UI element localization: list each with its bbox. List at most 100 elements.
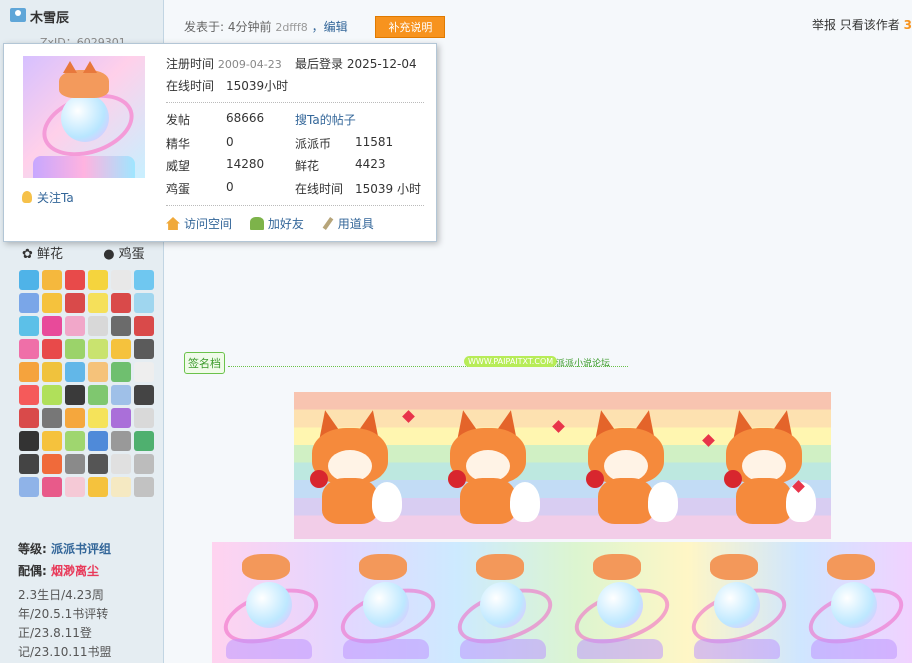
follow-button[interactable]: 关注Ta <box>22 189 74 206</box>
friends-icon <box>249 217 264 230</box>
medal-badge[interactable] <box>134 385 154 405</box>
medal-badge[interactable] <box>65 293 85 313</box>
medal-badge[interactable] <box>65 431 85 451</box>
add-friend-button[interactable]: 加好友 <box>249 215 304 232</box>
medal-badge[interactable] <box>42 431 62 451</box>
medal-badge[interactable] <box>111 431 131 451</box>
medal-badge[interactable] <box>88 454 108 474</box>
medal-badge[interactable] <box>88 293 108 313</box>
stat-label: 鲜花 <box>295 159 320 173</box>
stat-prestige: 威望 14280 <box>166 157 264 174</box>
medal-badge[interactable] <box>134 408 154 428</box>
medal-badge[interactable] <box>42 362 62 382</box>
user-icon <box>10 8 26 22</box>
level-label: 等级: <box>18 542 51 556</box>
medal-badge[interactable] <box>134 431 154 451</box>
medal-badge[interactable] <box>111 477 131 497</box>
signature-site[interactable]: WWW.PAIPAITXT.COM <box>464 356 558 367</box>
avatar-drip <box>33 156 135 178</box>
post-actions: 举报 只看该作者 3 <box>812 16 912 33</box>
flower-gift[interactable]: ✿ 鲜花 <box>22 247 81 262</box>
last-login: 最后登录 2025-12-04 <box>295 55 417 72</box>
medal-badge[interactable] <box>111 293 131 313</box>
posted-prefix: 发表于: <box>184 20 228 34</box>
use-item-button[interactable]: 用道具 <box>322 215 374 232</box>
medal-badge[interactable] <box>42 408 62 428</box>
medal-badge[interactable] <box>42 270 62 290</box>
supplement-button[interactable]: 补充说明 <box>375 16 446 38</box>
avatar-tile <box>212 542 329 663</box>
medal-badge[interactable] <box>19 270 39 290</box>
report-link[interactable]: 举报 <box>812 18 836 32</box>
username[interactable]: 木雪辰 <box>30 7 69 26</box>
edit-link[interactable]: ，编辑 <box>312 20 348 34</box>
medal-badge[interactable] <box>134 316 154 336</box>
home-icon <box>166 217 180 230</box>
medal-badge[interactable] <box>111 454 131 474</box>
medal-badge[interactable] <box>42 339 62 359</box>
medal-badge[interactable] <box>65 339 85 359</box>
medal-badge[interactable] <box>111 362 131 382</box>
medal-badge[interactable] <box>88 362 108 382</box>
medal-badge[interactable] <box>19 431 39 451</box>
stat-eggs: 鸡蛋 0 <box>166 180 234 197</box>
medal-badge[interactable] <box>19 408 39 428</box>
medal-badge[interactable] <box>88 431 108 451</box>
medal-badge[interactable] <box>88 477 108 497</box>
reg-time: 注册时间 2009-04-23 <box>166 55 282 72</box>
fox-illustration <box>582 407 678 528</box>
medal-badge[interactable] <box>19 477 39 497</box>
floor-number: 3 <box>903 18 912 32</box>
only-author-link[interactable]: 只看该作者 <box>840 18 900 32</box>
medal-badge[interactable] <box>42 316 62 336</box>
post-meta: 发表于: 4分钟前 2dfff8 ，编辑 补充说明 <box>184 16 446 38</box>
medal-badge[interactable] <box>19 385 39 405</box>
heart-icon <box>702 434 715 447</box>
medal-badge[interactable] <box>19 362 39 382</box>
medal-badge[interactable] <box>65 385 85 405</box>
medal-badge[interactable] <box>111 316 131 336</box>
medal-badge[interactable] <box>88 408 108 428</box>
medal-badge[interactable] <box>42 454 62 474</box>
visit-space-button[interactable]: 访问空间 <box>166 215 232 232</box>
medal-badge[interactable] <box>88 270 108 290</box>
spouse-value[interactable]: 烟渺离尘 <box>51 564 99 578</box>
medal-badge[interactable] <box>19 293 39 313</box>
egg-gift[interactable]: ● 鸡蛋 <box>103 247 163 262</box>
stat-value: 15039 小时 <box>355 182 421 196</box>
search-posts-link[interactable]: 搜Ta的帖子 <box>295 111 356 128</box>
medal-badge[interactable] <box>65 316 85 336</box>
medal-badge[interactable] <box>134 362 154 382</box>
last-value: 2025-12-04 <box>346 57 417 71</box>
medal-badge[interactable] <box>134 477 154 497</box>
visit-space-label: 访问空间 <box>184 217 233 231</box>
medal-badge[interactable] <box>88 339 108 359</box>
medal-badge[interactable] <box>134 339 154 359</box>
medal-badge[interactable] <box>88 316 108 336</box>
medal-badge[interactable] <box>65 477 85 497</box>
medal-badge[interactable] <box>65 362 85 382</box>
medal-badge[interactable] <box>65 408 85 428</box>
medal-badge[interactable] <box>134 454 154 474</box>
medal-badge[interactable] <box>134 270 154 290</box>
level-value[interactable]: 派派书评组 <box>51 542 111 556</box>
bulb-icon <box>22 191 32 203</box>
medal-badge[interactable] <box>111 339 131 359</box>
medal-badge[interactable] <box>19 316 39 336</box>
user-level: 等级: 派派书评组 <box>18 540 111 557</box>
medal-badge[interactable] <box>111 385 131 405</box>
medal-badge[interactable] <box>134 293 154 313</box>
medal-badge[interactable] <box>65 454 85 474</box>
medal-badge[interactable] <box>88 385 108 405</box>
medal-badge[interactable] <box>111 408 131 428</box>
medal-badge[interactable] <box>65 270 85 290</box>
stat-label: 威望 <box>166 159 191 173</box>
medal-badge[interactable] <box>42 293 62 313</box>
avatar[interactable] <box>23 56 145 178</box>
follow-label: 关注Ta <box>37 191 74 205</box>
medal-badge[interactable] <box>111 270 131 290</box>
medal-badge[interactable] <box>42 477 62 497</box>
medal-badge[interactable] <box>19 339 39 359</box>
medal-badge[interactable] <box>42 385 62 405</box>
medal-badge[interactable] <box>19 454 39 474</box>
